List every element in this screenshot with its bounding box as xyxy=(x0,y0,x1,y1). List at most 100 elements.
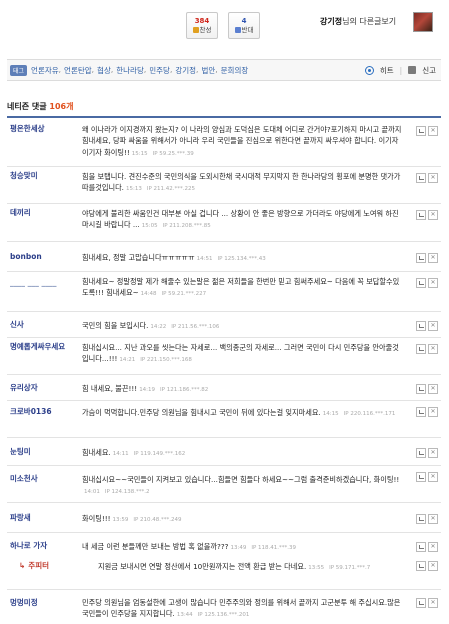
comment-ip: IP 125.134.***.43 xyxy=(217,256,266,262)
comment-nickname[interactable]: 명예롭게싸우세요 xyxy=(10,342,76,352)
comment-time: 13:59 xyxy=(112,517,129,523)
comment-nickname[interactable]: 청승맞미 xyxy=(10,171,76,181)
report-comment-button[interactable]: ✕ xyxy=(428,407,438,417)
comment-time: 14:51 xyxy=(196,256,213,262)
disagree-count: 4 xyxy=(241,16,247,25)
tag-item[interactable]: 민주당 xyxy=(149,65,170,76)
reply-button[interactable] xyxy=(416,210,426,220)
report-comment-button[interactable]: ✕ xyxy=(428,514,438,524)
report-comment-button[interactable]: ✕ xyxy=(428,173,438,183)
reply-button[interactable] xyxy=(416,344,426,354)
comment-text: 화이팅!!! xyxy=(82,514,111,523)
comment-nickname[interactable]: 미소천사 xyxy=(10,474,76,484)
comment-nickname[interactable]: bonbon xyxy=(10,252,76,262)
comment-row: 청승맞미 힘을 보탭니다. 견진수준의 국민의식을 도외시한채 국시대적 무지막… xyxy=(7,167,441,204)
report-comment-button[interactable]: ✕ xyxy=(428,126,438,136)
reply-button[interactable] xyxy=(416,561,426,571)
reply-button[interactable] xyxy=(416,542,426,552)
reply-button[interactable] xyxy=(416,321,426,331)
comment-nickname[interactable]: 파랑새 xyxy=(10,513,76,523)
report-comment-button[interactable]: ✕ xyxy=(428,472,438,482)
comment-text: 힘내세요. xyxy=(82,448,111,457)
thumbs-down-icon xyxy=(234,27,241,33)
author-other-posts-link[interactable]: 강기정님의 다른글보기 xyxy=(320,16,396,27)
comment-ip: IP 59.21.***.227 xyxy=(161,291,207,298)
comment-text: 국민의 힘을 보입시다. xyxy=(82,321,149,330)
comment-nickname[interactable]: 유리상자 xyxy=(10,383,76,393)
comment-row: 하나로 가자 내 세금 이런 분들께만 보내는 방법 혹 없을까??? 13:49… xyxy=(7,533,441,555)
reply-button[interactable] xyxy=(416,253,426,263)
reply-button[interactable] xyxy=(416,598,426,608)
comment-ip: IP 125.136.***.201 xyxy=(197,612,250,619)
comment-time: 14:21 xyxy=(119,357,136,364)
tag-item[interactable]: 언론자유 xyxy=(31,65,59,76)
close-icon: ✕ xyxy=(430,408,436,415)
reply-icon xyxy=(418,564,424,568)
comment-row: 크로바0136 가슴이 먹먹합니다.민주당 의원님을 힘내시고 국민이 뒤에 있… xyxy=(7,401,441,438)
close-icon: ✕ xyxy=(430,562,436,569)
hint-button[interactable]: 히트 xyxy=(380,65,394,76)
reply-button[interactable] xyxy=(416,472,426,482)
comment-text: 야당에게 불리한 싸움인건 대부분 아실 겁니다 ... 상황이 안 좋은 방향… xyxy=(82,209,399,230)
tag-item[interactable]: 한나라당 xyxy=(116,65,144,76)
comment-row: 데끼리 야당에게 불리한 싸움인건 대부분 아실 겁니다 ... 상황이 안 좋… xyxy=(7,204,441,242)
reply-icon xyxy=(418,410,424,414)
reply-button[interactable] xyxy=(416,448,426,458)
close-icon: ✕ xyxy=(430,254,436,261)
comments-header: 네티즌 댓글 106개 xyxy=(7,101,441,118)
report-icon xyxy=(408,66,417,74)
agree-label: 찬성 xyxy=(199,25,212,34)
comment-nickname[interactable]: 주피터 xyxy=(28,561,49,570)
reply-button[interactable] xyxy=(416,278,426,288)
comment-row: 평온한세상 왜 이나라가 이지경까지 왔는지? 이 나라의 양심과 도덕심은 도… xyxy=(7,120,441,167)
reply-button[interactable] xyxy=(416,173,426,183)
tag-item[interactable]: 언론탄압 xyxy=(64,65,92,76)
report-comment-button[interactable]: ✕ xyxy=(428,448,438,458)
report-button[interactable]: 신고 xyxy=(422,65,436,76)
disagree-button[interactable]: 4 반대 xyxy=(228,12,260,39)
comment-nickname[interactable]: 크로바0136 xyxy=(10,407,76,417)
close-icon: ✕ xyxy=(430,174,436,181)
reply-button[interactable] xyxy=(416,407,426,417)
reply-button[interactable] xyxy=(416,514,426,524)
comment-nickname[interactable]: ____ ___ ____ xyxy=(10,278,76,288)
comment-row: 파랑새 화이팅!!! 13:59 IP 210.48.***.249 ✕ xyxy=(7,503,441,533)
comment-row: ____ ___ ____ 힘내세요~ 정말정말 제가 해줄수 있는말은 젊은 … xyxy=(7,272,441,312)
agree-count: 384 xyxy=(194,16,210,25)
report-comment-button[interactable]: ✕ xyxy=(428,253,438,263)
report-comment-button[interactable]: ✕ xyxy=(428,561,438,571)
reply-icon xyxy=(418,281,424,285)
comment-ip: IP 119.149.***.162 xyxy=(133,451,186,457)
comment-nickname[interactable]: 데끼리 xyxy=(10,208,76,218)
comment-ip: IP 124.138.***.2 xyxy=(104,489,150,496)
report-comment-button[interactable]: ✕ xyxy=(428,210,438,220)
comment-nickname[interactable]: 신사 xyxy=(10,320,76,330)
comment-nickname[interactable]: 하나로 가자 xyxy=(10,541,76,551)
reply-button[interactable] xyxy=(416,384,426,394)
comment-ip: IP 211.208.***.85 xyxy=(162,223,211,230)
report-comment-button[interactable]: ✕ xyxy=(428,344,438,354)
agree-button[interactable]: 384 찬성 xyxy=(186,12,218,39)
comment-text: 왜 이나라가 이지경까지 왔는지? 이 나라의 양심과 도덕심은 도대체 어디로… xyxy=(82,125,402,157)
comment-text: 내 세금 이런 분들께만 보내는 방법 혹 없을까??? xyxy=(82,542,229,551)
tag-item[interactable]: 강기정 xyxy=(175,65,196,76)
comment-nickname[interactable]: 눈팅미 xyxy=(10,447,76,457)
comment-row: 신사 국민의 힘을 보입시다. 14:22 IP 211.56.***.106 ✕ xyxy=(7,312,441,338)
comment-nickname[interactable]: 멍멍미정 xyxy=(10,598,76,608)
report-comment-button[interactable]: ✕ xyxy=(428,278,438,288)
tag-item[interactable]: 법안 xyxy=(201,65,215,76)
tag-item[interactable]: 협상 xyxy=(97,65,111,76)
comment-time: 15:13 xyxy=(125,186,142,193)
report-comment-button[interactable]: ✕ xyxy=(428,384,438,394)
comment-time: 13:49 xyxy=(230,545,247,551)
report-comment-button[interactable]: ✕ xyxy=(428,542,438,552)
comment-time: 14:48 xyxy=(140,291,157,298)
reply-button[interactable] xyxy=(416,126,426,136)
report-comment-button[interactable]: ✕ xyxy=(428,321,438,331)
reply-icon xyxy=(418,601,424,605)
comment-nickname[interactable]: 평온한세상 xyxy=(10,124,76,134)
author-avatar[interactable] xyxy=(413,12,433,32)
tag-item[interactable]: 문희의장 xyxy=(221,65,249,76)
hint-icon xyxy=(364,65,374,75)
report-comment-button[interactable]: ✕ xyxy=(428,598,438,608)
